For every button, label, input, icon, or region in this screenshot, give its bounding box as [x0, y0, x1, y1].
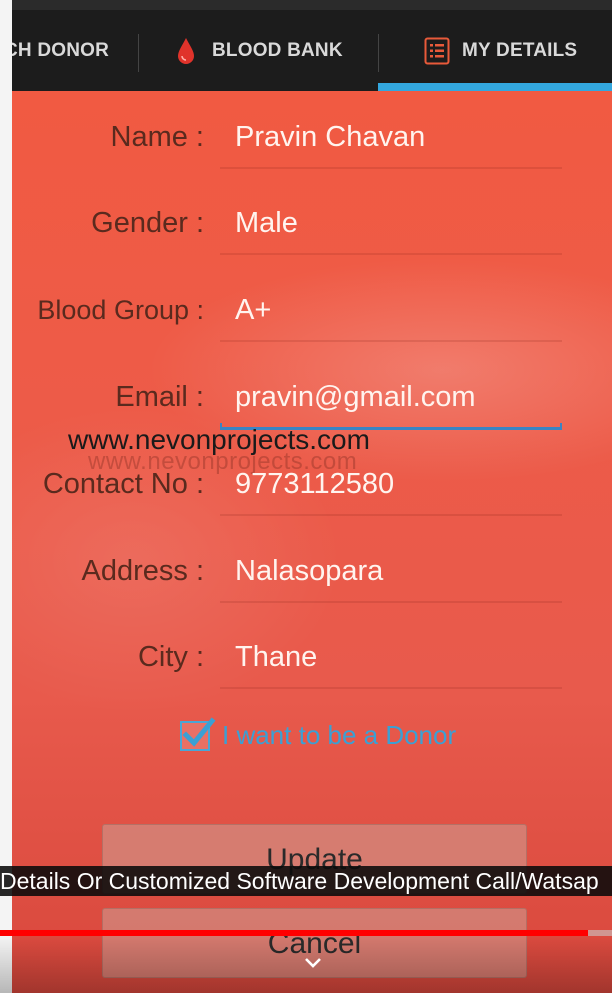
tab-label: CH DONOR: [12, 39, 110, 61]
tab-label: BLOOD BANK: [212, 39, 343, 61]
donor-checkbox-label: I want to be a Donor: [222, 720, 457, 750]
app-screen: CH DONOR BLOOD BANK MY DETAILS Name : Pr…: [12, 0, 612, 993]
gender-row: Gender : Male: [12, 203, 612, 263]
contact-field[interactable]: 9773112580: [235, 464, 394, 504]
city-row: City : Thane: [12, 637, 612, 697]
video-caption: Details Or Customized Software Developme…: [0, 866, 612, 896]
city-label: City :: [137, 641, 204, 673]
chevron-down-icon[interactable]: [303, 955, 323, 971]
address-row: Address : Nalasopara: [12, 551, 612, 611]
field-underline: [220, 514, 562, 516]
name-row: Name : Pravin Chavan: [12, 117, 612, 177]
left-edge: [0, 0, 12, 993]
gender-label: Gender :: [91, 207, 204, 239]
contact-row: Contact No : 9773112580: [12, 464, 612, 524]
blood-drop-icon: [178, 37, 194, 64]
blood-group-field[interactable]: A+: [235, 290, 271, 330]
name-field[interactable]: Pravin Chavan: [235, 117, 425, 157]
checkmark-icon: [182, 716, 216, 747]
list-icon: [424, 37, 450, 64]
tab-my-details[interactable]: MY DETAILS: [378, 10, 612, 91]
email-label: Email :: [115, 381, 204, 413]
email-field[interactable]: pravin@gmail.com: [235, 377, 476, 417]
watermark-text: www.nevonprojects.com: [68, 424, 370, 455]
gender-field[interactable]: Male: [235, 203, 298, 243]
city-field[interactable]: Thane: [235, 637, 317, 677]
address-label: Address :: [81, 555, 205, 587]
field-underline: [220, 167, 562, 169]
field-underline: [220, 601, 562, 603]
tab-bar: CH DONOR BLOOD BANK MY DETAILS: [12, 0, 612, 91]
tab-selected-indicator: [378, 83, 612, 91]
contact-label: Contact No :: [42, 468, 204, 500]
field-underline: [220, 340, 562, 342]
field-underline: [220, 253, 562, 255]
address-field[interactable]: Nalasopara: [235, 551, 383, 591]
tab-label: MY DETAILS: [462, 39, 578, 61]
tab-search-donor[interactable]: CH DONOR: [12, 10, 134, 91]
donor-checkbox[interactable]: [180, 716, 216, 751]
status-strip: [12, 0, 612, 10]
tab-divider: [138, 34, 139, 72]
name-label: Name :: [110, 121, 204, 153]
tab-blood-bank[interactable]: BLOOD BANK: [138, 10, 379, 91]
blood-group-label: Blood Group :: [37, 295, 204, 325]
blood-group-row: Blood Group : A+: [12, 290, 612, 350]
field-underline: [220, 687, 562, 689]
donor-checkbox-row[interactable]: I want to be a Donor: [180, 716, 457, 751]
